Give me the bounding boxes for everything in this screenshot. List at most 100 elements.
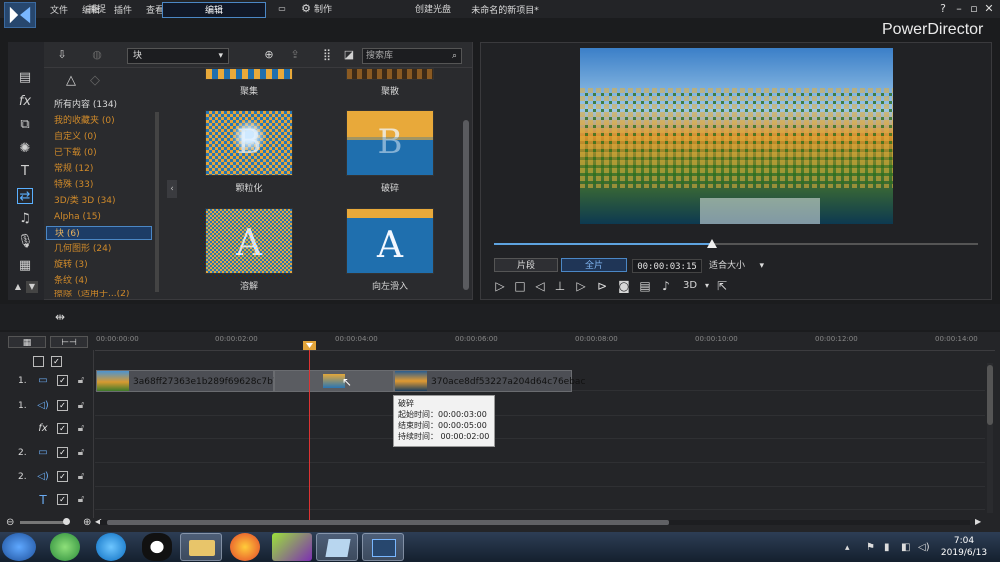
lock-icon[interactable]: 🔓︎ <box>75 447 87 459</box>
category-item-favorites[interactable]: 我的收藏夹 (0) <box>46 114 152 128</box>
help-icon[interactable]: ? <box>935 2 951 16</box>
playhead-handle[interactable] <box>303 341 316 350</box>
volume-icon[interactable]: ♪ <box>658 278 674 294</box>
import-icon[interactable]: ⇩ <box>55 48 69 62</box>
play-icon[interactable]: ▷ <box>492 278 508 294</box>
zoom-out-icon[interactable]: ⊖ <box>6 517 14 528</box>
tab-capture[interactable]: 捕捉 <box>66 2 128 18</box>
category-scrollbar[interactable] <box>155 112 159 292</box>
chapter-room-icon[interactable]: ▦ <box>17 258 33 274</box>
category-item-stripe[interactable]: 条纹 (4) <box>46 274 152 288</box>
horizontal-scroll-thumb[interactable] <box>107 520 669 525</box>
globe-icon[interactable]: ◍ <box>90 48 104 62</box>
voiceover-mic-icon[interactable]: 🎙 <box>17 234 34 250</box>
chevron-down-icon[interactable]: ▼ <box>26 281 38 293</box>
category-item-special[interactable]: 特殊 (33) <box>46 178 152 192</box>
category-item-all[interactable]: 所有内容 (134) <box>46 98 152 112</box>
timecode-display[interactable]: 00:00:03:15 <box>632 259 702 273</box>
thumb-granulate[interactable]: B <box>205 110 293 176</box>
scroll-right-icon[interactable]: ▶ <box>975 517 981 526</box>
thumbnail-size-icon[interactable]: ◪ <box>342 48 356 62</box>
stop-icon[interactable]: □ <box>512 278 528 294</box>
search-icon[interactable]: ⌕ <box>452 49 457 63</box>
tray-flag-icon[interactable]: ⚑ <box>866 542 875 553</box>
clip-mode-button[interactable]: 片段 <box>494 258 558 272</box>
tray-expand-icon[interactable]: ▴ <box>845 543 850 553</box>
media-room-icon[interactable]: ▤ <box>17 70 33 86</box>
category-item-general[interactable]: 常规 (12) <box>46 162 152 176</box>
timeline-view-icon[interactable]: ⊢⊣ <box>50 336 88 348</box>
track-enable-checkbox[interactable]: ✓ <box>57 423 68 434</box>
category-item-3d[interactable]: 3D/类 3D (34) <box>46 194 152 208</box>
minimize-icon[interactable]: – <box>951 2 967 16</box>
movie-mode-button[interactable]: 全片 <box>561 258 627 272</box>
thumb-slide-left[interactable]: A <box>346 208 434 274</box>
fast-forward-icon[interactable]: ⊳ <box>594 278 610 294</box>
track-enable-checkbox[interactable]: ✓ <box>57 494 68 505</box>
taskbar-app-browser[interactable] <box>50 533 80 561</box>
track-row-fx[interactable] <box>95 416 985 439</box>
track-enable-checkbox[interactable]: ✓ <box>57 400 68 411</box>
tray-volume-icon[interactable]: ◁) <box>918 542 930 553</box>
track-enable-checkbox[interactable]: ✓ <box>57 447 68 458</box>
transition-block[interactable] <box>274 370 394 392</box>
category-select[interactable]: 块 ▾ <box>127 48 229 64</box>
search-input[interactable]: 搜索库 ⌕ <box>362 48 462 64</box>
close-icon[interactable]: ✕ <box>981 2 997 16</box>
track-enable-checkbox[interactable]: ✓ <box>57 375 68 386</box>
previous-frame-icon[interactable]: ◁ <box>532 278 548 294</box>
video-clip-1[interactable]: 3a68ff27363e1b289f69628c7b7f0 <box>96 370 288 392</box>
category-item-alpha[interactable]: Alpha (15) <box>46 210 152 224</box>
category-item-block[interactable]: 块 (6) <box>46 226 152 240</box>
scrubber-handle[interactable] <box>707 239 717 248</box>
aspect-ratio-icon[interactable]: ▭ <box>273 2 291 16</box>
category-item-custom[interactable]: 自定义 (0) <box>46 130 152 144</box>
thumb-scatter[interactable] <box>346 68 434 80</box>
category-item-geometric[interactable]: 几何图形 (24) <box>46 242 152 256</box>
pip-room-icon[interactable]: ⧉ <box>17 117 33 133</box>
lock-icon[interactable]: 🔓︎ <box>75 375 87 387</box>
maximize-icon[interactable]: ▫ <box>966 2 982 16</box>
tray-usb-icon[interactable]: ▮ <box>884 542 890 553</box>
video-clip-2[interactable]: 370ace8df53227a204d64c76ebac <box>394 370 585 392</box>
tab-edit[interactable]: 编辑 <box>162 2 266 18</box>
next-frame-icon[interactable]: ▷ <box>573 278 589 294</box>
subtitle-icon[interactable]: ▤ <box>637 278 653 294</box>
snapshot-camera-icon[interactable]: ◙ <box>616 278 632 294</box>
track-row-audio-1[interactable] <box>95 393 985 416</box>
transition-room-icon[interactable]: ⇄ <box>17 188 33 204</box>
zoom-in-icon[interactable]: ⊕ <box>83 517 91 528</box>
enable-all-tracks-checkbox[interactable]: ✓ <box>51 356 62 367</box>
track-row-title[interactable] <box>95 487 985 510</box>
library-scroll-thumb[interactable] <box>463 120 469 290</box>
fit-timeline-icon[interactable]: ⇹ <box>52 309 68 325</box>
taskbar-app-notes[interactable] <box>316 533 358 561</box>
grid-view-icon[interactable]: ⣿ <box>320 48 334 62</box>
timeline-zoom-slider[interactable] <box>20 521 68 524</box>
chevron-down-icon[interactable]: ▾ <box>699 278 715 294</box>
new-item-icon[interactable]: ⊕ <box>262 48 276 62</box>
timeline-ruler[interactable]: 00:00:00:00 00:00:02:00 00:00:04:00 00:0… <box>95 333 995 351</box>
storyboard-view-icon[interactable]: ▦ <box>8 336 46 348</box>
taskbar-app-firefox[interactable] <box>230 533 260 561</box>
collapse-panel-button[interactable]: ‹ <box>167 180 177 198</box>
taskbar-app-qq[interactable] <box>142 533 172 561</box>
start-button[interactable] <box>2 533 36 561</box>
category-item-rotate[interactable]: 旋转 (3) <box>46 258 152 272</box>
thumb-shatter[interactable]: B <box>346 110 434 176</box>
export-icon[interactable]: ⇪ <box>288 48 302 62</box>
taskbar-app-ie[interactable] <box>96 533 126 561</box>
tab-create-disc[interactable]: 创建光盘 <box>402 2 464 18</box>
lock-icon[interactable]: 🔓︎ <box>75 494 87 506</box>
audio-mixing-icon[interactable]: ♫ <box>17 211 33 227</box>
fx-room-icon[interactable]: fx <box>17 94 33 110</box>
taskbar-app-editor[interactable] <box>272 533 312 561</box>
track-row-audio-2[interactable] <box>95 464 985 487</box>
lock-icon[interactable]: 🔓︎ <box>75 400 87 412</box>
chevron-up-icon[interactable]: ▲ <box>12 281 24 293</box>
title-room-icon[interactable]: T <box>17 164 33 180</box>
track-row-video-2[interactable] <box>95 440 985 463</box>
zoom-fit-select[interactable]: 适合大小 ▾ <box>706 259 764 273</box>
select-all-tracks-checkbox[interactable] <box>33 356 44 367</box>
3d-mode-toggle[interactable]: 3D <box>680 278 700 294</box>
